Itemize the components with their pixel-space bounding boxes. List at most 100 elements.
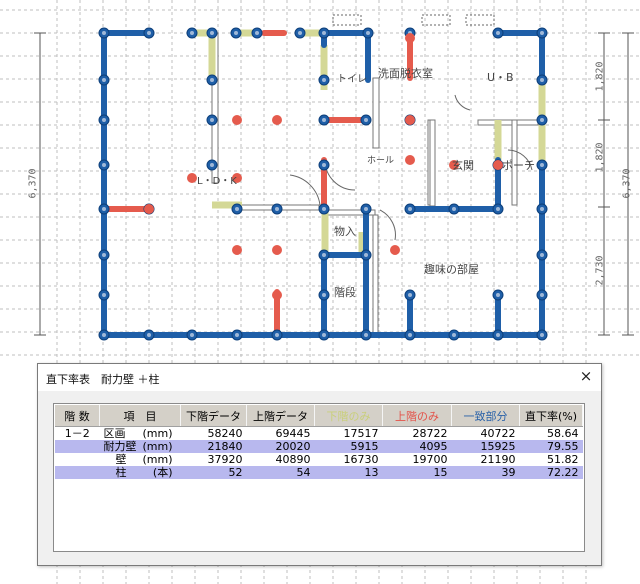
header-upper[interactable]: 上階データ xyxy=(246,405,315,427)
table-row[interactable]: 耐力壁 (mm) 21840 20020 5915 4095 15925 79.5… xyxy=(55,440,583,453)
cell-floor xyxy=(55,440,100,453)
cell-match: 15925 xyxy=(451,440,520,453)
column-center xyxy=(364,333,368,337)
column-center xyxy=(102,207,106,211)
column-center xyxy=(540,31,544,35)
close-icon[interactable]: × xyxy=(577,367,595,385)
dim-right-total: 6,370 xyxy=(621,168,633,199)
column-center xyxy=(102,163,106,167)
cell-upper: 54 xyxy=(246,466,315,479)
column-center xyxy=(322,333,326,337)
room-label-ub: U・B xyxy=(487,71,514,84)
thin-wall xyxy=(477,119,539,126)
room-label-porch: ポーチ xyxy=(502,159,535,172)
upper-column-dot xyxy=(232,245,242,255)
cell-floor: 1－2 xyxy=(64,427,90,440)
header-item[interactable]: 項 目 xyxy=(99,405,181,427)
column-center xyxy=(102,253,106,257)
header-floor[interactable]: 階 数 xyxy=(55,405,100,427)
header-match[interactable]: 一致部分 xyxy=(451,405,520,427)
header-lower[interactable]: 下階データ xyxy=(180,405,247,427)
column-center xyxy=(210,163,214,167)
header-ratio[interactable]: 直下率(%) xyxy=(519,405,583,427)
ratio-table[interactable]: 階 数 項 目 下階データ 上階データ 下階のみ 上階のみ 一致部分 直下率(%… xyxy=(53,403,585,552)
column-center xyxy=(102,31,106,35)
column-center xyxy=(322,207,326,211)
thin-wall xyxy=(429,119,436,207)
cell-ratio: 72.22 xyxy=(519,466,583,479)
column-center xyxy=(540,333,544,337)
upper-column-dot xyxy=(272,290,282,300)
cell-lower: 21840 xyxy=(180,440,247,453)
column-center xyxy=(322,118,326,122)
column-center xyxy=(364,207,368,211)
room-label-washroom: 洗面脱衣室 xyxy=(378,67,433,80)
cell-upper: 40890 xyxy=(275,453,311,466)
cell-lower-only: 16730 xyxy=(343,453,379,466)
column-center xyxy=(496,207,500,211)
dim-right-seg2: 1,820 xyxy=(594,142,606,173)
column-center xyxy=(210,78,214,82)
column-center xyxy=(540,163,544,167)
table-row-empty xyxy=(55,505,583,518)
cell-upper-only: 28722 xyxy=(412,427,448,440)
item-name: 壁 xyxy=(115,453,127,466)
upper-column-dot xyxy=(405,33,415,43)
cell-floor xyxy=(55,453,100,466)
cell-item: 柱 (本) xyxy=(99,466,181,479)
room-label-stairs: 階段 xyxy=(334,286,356,299)
cell-item: 区画 (mm) xyxy=(100,427,181,440)
column-center xyxy=(496,31,500,35)
upper-column-dot xyxy=(232,115,242,125)
column-center xyxy=(275,207,279,211)
header-lower-only[interactable]: 下階のみ xyxy=(314,405,383,427)
header-upper-only[interactable]: 上階のみ xyxy=(382,405,452,427)
table-row-empty xyxy=(55,518,583,531)
cell-lower-only: 17517 xyxy=(343,427,379,440)
column-center xyxy=(366,31,370,35)
exterior-door xyxy=(332,14,362,26)
column-center xyxy=(452,207,456,211)
dim-right-seg1: 1,820 xyxy=(594,61,606,92)
column-center xyxy=(322,78,326,82)
column-center xyxy=(190,333,194,337)
upper-column-dot xyxy=(272,115,282,125)
column-center xyxy=(210,31,214,35)
table-row-empty xyxy=(55,492,583,505)
table-row[interactable]: 1－2 区画 (mm) 58240 69445 17517 28722 40722… xyxy=(55,427,583,440)
cell-ratio: 51.82 xyxy=(547,453,579,466)
column-center xyxy=(496,293,500,297)
column-center xyxy=(364,253,368,257)
room-label-hobby: 趣味の部屋 xyxy=(424,263,479,276)
column-center xyxy=(102,78,106,82)
cell-ratio: 58.64 xyxy=(547,427,579,440)
exterior-door xyxy=(465,14,495,26)
cell-ratio: 79.55 xyxy=(519,440,583,453)
dim-right-seg3: 2,730 xyxy=(594,255,606,286)
item-unit: (mm) xyxy=(142,453,173,466)
column-center xyxy=(408,293,412,297)
thin-wall xyxy=(372,77,380,149)
column-center xyxy=(102,118,106,122)
dialog-titlebar[interactable]: 直下率表 耐力壁 ＋柱 × xyxy=(38,364,601,391)
cell-floor xyxy=(55,466,100,479)
column-center xyxy=(102,333,106,337)
exterior-door xyxy=(421,14,451,26)
thin-wall xyxy=(372,214,379,336)
table-row[interactable]: 柱 (本) 52 54 13 15 39 72.22 xyxy=(55,466,583,479)
item-name: 耐力壁 xyxy=(103,440,137,453)
table-row[interactable]: 壁 (mm) 37920 40890 16730 19700 21190 51.8… xyxy=(55,453,583,466)
item-unit: (本) xyxy=(152,466,173,479)
column-center xyxy=(322,253,326,257)
room-label-toilet: トイレ xyxy=(337,74,367,85)
room-label-storage: 物入 xyxy=(334,225,356,238)
cell-item: 壁 (mm) xyxy=(100,453,181,466)
upper-column-dot xyxy=(187,173,197,183)
column-center xyxy=(298,31,302,35)
column-center xyxy=(540,293,544,297)
column-center xyxy=(322,293,326,297)
ratio-table-dialog[interactable]: 直下率表 耐力壁 ＋柱 × 階 数 項 目 下階データ 上階データ 下階のみ 上… xyxy=(37,363,602,566)
column-center xyxy=(452,333,456,337)
dim-left-total: 6,370 xyxy=(27,168,39,199)
table-header-row: 階 数 項 目 下階データ 上階データ 下階のみ 上階のみ 一致部分 直下率(%… xyxy=(55,405,583,427)
